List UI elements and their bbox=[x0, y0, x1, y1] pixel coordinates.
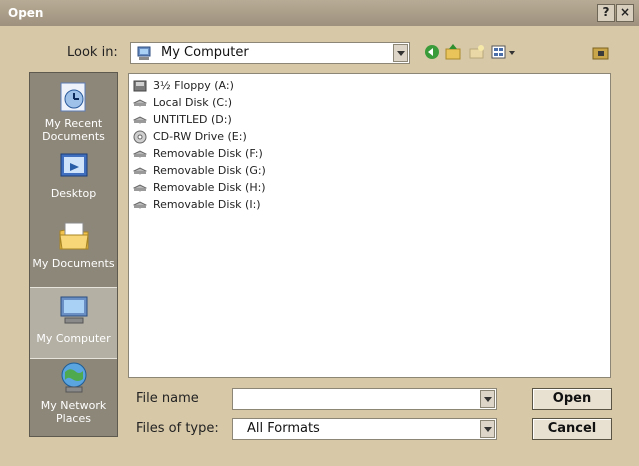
removable-disk-icon bbox=[133, 183, 147, 192]
file-type-label: Files of type: bbox=[136, 421, 219, 436]
place-my-computer[interactable]: My Computer bbox=[30, 287, 117, 359]
file-type-dropdown[interactable]: All Formats bbox=[232, 418, 497, 440]
hard-disk-icon bbox=[133, 115, 147, 124]
places-bar: My Recent Documents Desktop My Documents… bbox=[29, 72, 118, 437]
file-name: UNTITLED (D:) bbox=[153, 113, 232, 126]
floppy-drive-icon bbox=[133, 80, 147, 91]
my-documents-icon bbox=[58, 222, 89, 250]
look-in-label: Look in: bbox=[67, 45, 118, 60]
views-menu-icon[interactable] bbox=[490, 43, 518, 61]
look-in-dropdown[interactable]: My Computer bbox=[130, 42, 410, 64]
network-places-icon bbox=[61, 362, 86, 393]
place-my-documents[interactable]: My Documents bbox=[30, 219, 117, 289]
file-name-label: File name bbox=[136, 391, 199, 406]
tools-icon[interactable] bbox=[592, 43, 610, 61]
back-icon[interactable] bbox=[423, 43, 441, 61]
file-name-input[interactable] bbox=[232, 388, 497, 410]
file-name: CD-RW Drive (E:) bbox=[153, 130, 247, 143]
file-name: Removable Disk (F:) bbox=[153, 147, 263, 160]
removable-disk-icon bbox=[133, 149, 147, 158]
desktop-icon bbox=[60, 153, 87, 177]
list-item[interactable]: UNTITLED (D:) bbox=[133, 111, 232, 128]
new-folder-icon[interactable] bbox=[468, 43, 486, 61]
chevron-down-icon[interactable] bbox=[393, 44, 408, 62]
cancel-button[interactable]: Cancel bbox=[532, 418, 612, 440]
place-label: Desktop bbox=[50, 187, 97, 200]
look-in-value: My Computer bbox=[161, 45, 249, 60]
removable-disk-icon bbox=[133, 200, 147, 209]
my-computer-icon bbox=[60, 296, 87, 324]
removable-disk-icon bbox=[133, 166, 147, 175]
place-recent-documents[interactable]: My Recent Documents bbox=[30, 79, 117, 149]
close-button[interactable]: × bbox=[616, 4, 634, 22]
list-item[interactable]: Removable Disk (F:) bbox=[133, 145, 263, 162]
cd-drive-icon bbox=[133, 130, 147, 143]
up-folder-icon[interactable] bbox=[444, 43, 462, 61]
file-type-value: All Formats bbox=[247, 421, 320, 436]
place-label: My Recent Documents bbox=[42, 117, 105, 143]
title-bar: Open ? × bbox=[0, 0, 639, 26]
place-label: My Network Places bbox=[40, 399, 107, 425]
file-name: Removable Disk (H:) bbox=[153, 181, 266, 194]
file-name: Local Disk (C:) bbox=[153, 96, 233, 109]
hard-disk-icon bbox=[133, 98, 147, 107]
open-button[interactable]: Open bbox=[532, 388, 612, 410]
list-item[interactable]: 3½ Floppy (A:) bbox=[133, 77, 234, 94]
help-button[interactable]: ? bbox=[597, 4, 615, 22]
file-list[interactable]: 3½ Floppy (A:) Local Disk (C:) UNTITLED … bbox=[128, 73, 611, 378]
place-desktop[interactable]: Desktop bbox=[30, 151, 117, 213]
list-item[interactable]: Removable Disk (H:) bbox=[133, 179, 266, 196]
file-name: Removable Disk (I:) bbox=[153, 198, 261, 211]
place-network[interactable]: My Network Places bbox=[30, 361, 117, 433]
chevron-down-icon[interactable] bbox=[480, 420, 495, 438]
place-label: My Documents bbox=[32, 257, 115, 270]
list-item[interactable]: CD-RW Drive (E:) bbox=[133, 128, 247, 145]
list-item[interactable]: Local Disk (C:) bbox=[133, 94, 232, 111]
file-name: 3½ Floppy (A:) bbox=[153, 79, 234, 92]
file-name: Removable Disk (G:) bbox=[153, 164, 266, 177]
place-label: My Computer bbox=[36, 332, 111, 345]
recent-documents-icon bbox=[60, 82, 85, 112]
window-title: Open bbox=[8, 6, 44, 20]
my-computer-icon bbox=[137, 46, 151, 60]
list-item[interactable]: Removable Disk (G:) bbox=[133, 162, 266, 179]
list-item[interactable]: Removable Disk (I:) bbox=[133, 196, 261, 213]
chevron-down-icon[interactable] bbox=[480, 390, 495, 408]
